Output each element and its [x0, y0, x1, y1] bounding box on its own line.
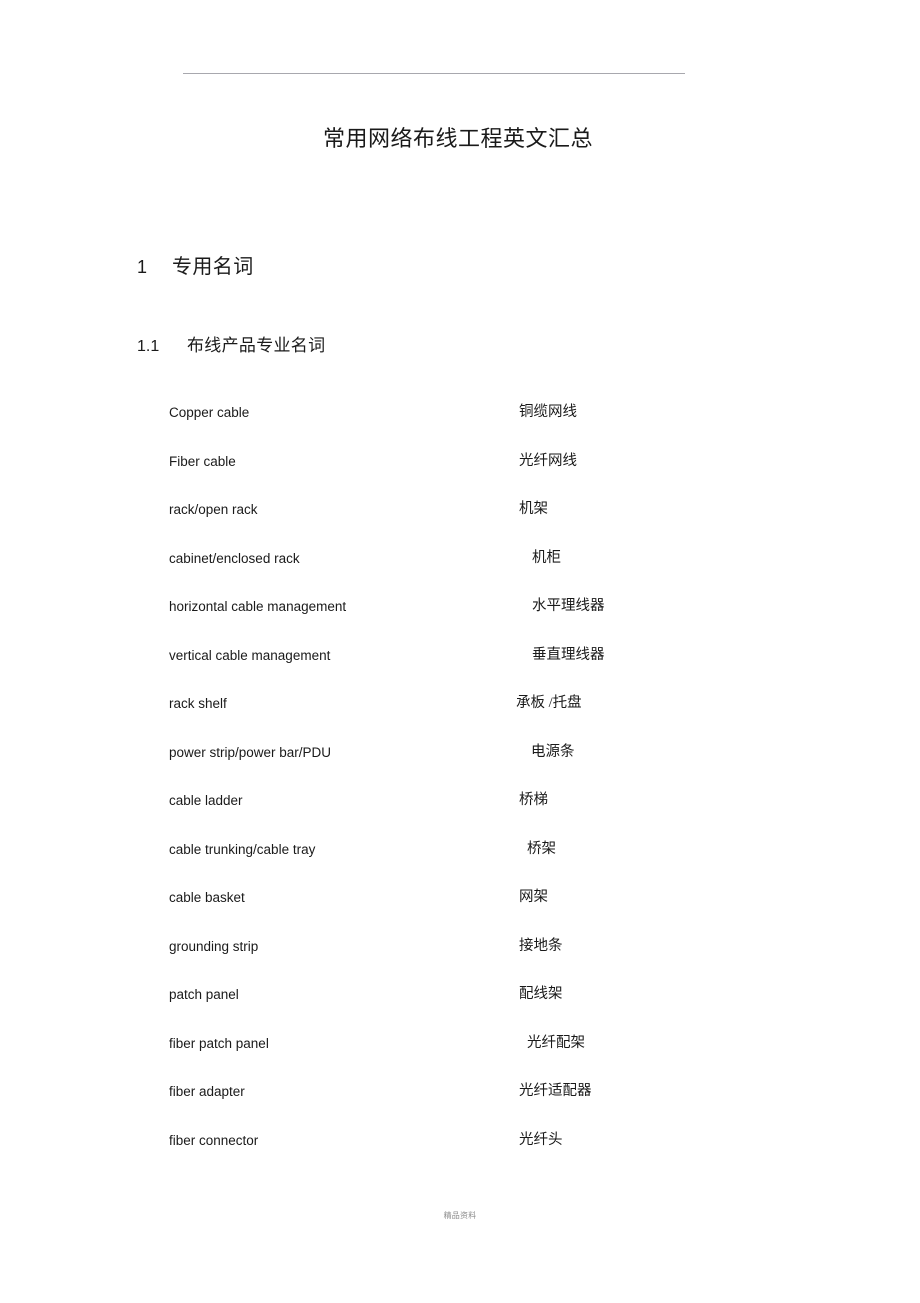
- glossary-term-english: fiber adapter: [169, 1084, 245, 1099]
- glossary-row: cable ladder 桥梯: [0, 792, 920, 841]
- heading-section-1-1: 1.1 布线产品专业名词: [137, 335, 325, 358]
- glossary-term-chinese: 桥梯: [519, 792, 548, 808]
- glossary-term-english: Fiber cable: [169, 453, 236, 469]
- glossary-row: fiber patch panel 光纤配架: [0, 1035, 920, 1084]
- glossary-row: grounding strip 接地条: [0, 938, 920, 987]
- glossary-term-english: cabinet/enclosed rack: [169, 550, 300, 566]
- glossary-term-english: horizontal cable management: [169, 599, 347, 614]
- glossary-term-chinese: 光纤网线: [519, 452, 577, 469]
- glossary-row: cable trunking/cable tray 桥架: [0, 841, 920, 890]
- glossary-term-chinese: 机柜: [532, 549, 561, 566]
- glossary-term-chinese: 水平理线器: [532, 598, 605, 614]
- glossary-term-english: fiber patch panel: [169, 1035, 269, 1051]
- glossary-term-chinese: 机架: [519, 501, 548, 517]
- header-divider-rule: [183, 73, 685, 74]
- glossary-term-chinese: 光纤适配器: [519, 1083, 592, 1099]
- heading-section-1-1-number: 1.1: [137, 338, 160, 355]
- glossary-term-chinese: 铜缆网线: [519, 404, 577, 420]
- glossary-row: rack shelf 承板 /托盘: [0, 695, 920, 744]
- glossary-row: Copper cable 铜缆网线: [0, 404, 920, 453]
- glossary-term-english: rack/open rack: [169, 502, 258, 517]
- glossary-term-english: grounding strip: [169, 938, 259, 954]
- glossary-row: rack/open rack 机架: [0, 501, 920, 550]
- glossary-row: horizontal cable management 水平理线器: [0, 598, 920, 647]
- heading-section-1-label: 专用名词: [172, 256, 254, 278]
- glossary-term-english: Copper cable: [169, 405, 250, 420]
- glossary-term-english: rack shelf: [169, 696, 227, 711]
- glossary-term-chinese: 光纤配架: [527, 1034, 585, 1051]
- document-page: 常用网络布线工程英文汇总 1 专用名词 1.1 布线产品专业名词 Copper …: [0, 0, 920, 1303]
- footer-watermark: 精品资料: [443, 1211, 477, 1220]
- glossary-term-english: cable trunking/cable tray: [169, 841, 316, 857]
- heading-section-1: 1 专用名词: [137, 254, 254, 280]
- glossary-term-english: vertical cable management: [169, 647, 331, 663]
- glossary-term-chinese: 垂直理线器: [532, 646, 605, 663]
- glossary-term-english: cable ladder: [169, 793, 243, 808]
- glossary-row: fiber adapter 光纤适配器: [0, 1083, 920, 1132]
- glossary-row: patch panel 配线架: [0, 986, 920, 1035]
- glossary-row: Fiber cable 光纤网线: [0, 453, 920, 502]
- glossary-term-list: Copper cable 铜缆网线 Fiber cable 光纤网线 rack/open…: [0, 404, 920, 1180]
- glossary-row: cable basket 网架: [0, 889, 920, 938]
- glossary-term-chinese: 网架: [519, 889, 548, 905]
- heading-section-1-1-label: 布线产品专业名词: [187, 336, 326, 355]
- page-title: 常用网络布线工程英文汇总: [0, 124, 920, 154]
- glossary-term-chinese: 承板 /托盘: [516, 695, 582, 711]
- glossary-term-chinese: 光纤头: [519, 1131, 563, 1148]
- glossary-term-english: fiber connector: [169, 1132, 259, 1148]
- glossary-row: power strip/power bar/PDU 电源条: [0, 744, 920, 793]
- glossary-term-english: patch panel: [169, 987, 239, 1002]
- page-title-text: 常用网络布线工程英文汇总: [322, 126, 593, 151]
- heading-section-1-number: 1: [137, 257, 148, 277]
- glossary-row: cabinet/enclosed rack 机柜: [0, 550, 920, 599]
- glossary-term-english: power strip/power bar/PDU: [169, 744, 332, 760]
- glossary-row: vertical cable management 垂直理线器: [0, 647, 920, 696]
- glossary-term-chinese: 电源条: [531, 743, 575, 760]
- glossary-term-english: cable basket: [169, 890, 245, 905]
- glossary-term-chinese: 桥架: [527, 840, 556, 857]
- glossary-row: fiber connector 光纤头: [0, 1132, 920, 1181]
- glossary-term-chinese: 配线架: [519, 986, 563, 1002]
- glossary-term-chinese: 接地条: [519, 937, 563, 954]
